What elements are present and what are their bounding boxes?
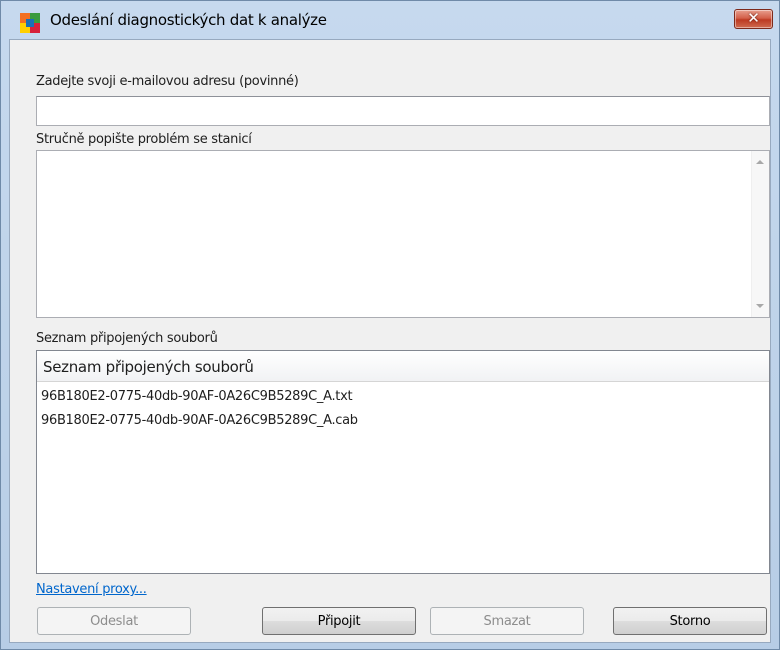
cancel-button[interactable]: Storno <box>613 607 767 635</box>
vertical-scrollbar[interactable] <box>751 151 769 317</box>
delete-button[interactable]: Smazat <box>430 607 584 635</box>
attached-files-label: Seznam připojených souborů <box>36 331 218 346</box>
list-item[interactable]: 96B180E2-0775-40db-90AF-0A26C9B5289C_A.t… <box>41 389 353 404</box>
dialog-window: Odeslání diagnostických dat k analýze ✕ … <box>0 0 780 650</box>
title-bar[interactable]: Odeslání diagnostických dat k analýze ✕ <box>1 1 779 39</box>
attached-files-list[interactable]: Seznam připojených souborů 96B180E2-0775… <box>36 350 770 574</box>
list-column-header[interactable]: Seznam připojených souborů <box>37 351 769 382</box>
description-textarea[interactable] <box>36 150 770 318</box>
list-item[interactable]: 96B180E2-0775-40db-90AF-0A26C9B5289C_A.c… <box>41 413 358 428</box>
column-header-label: Seznam připojených souborů <box>43 358 254 376</box>
email-field[interactable] <box>36 96 770 126</box>
window-title: Odeslání diagnostických dat k analýze <box>50 11 327 29</box>
send-button[interactable]: Odeslat <box>37 607 191 635</box>
email-label: Zadejte svoji e-mailovou adresu (povinné… <box>36 74 299 89</box>
attach-button[interactable]: Připojit <box>262 607 416 635</box>
close-button[interactable]: ✕ <box>734 9 773 29</box>
avg-logo-icon <box>20 13 40 33</box>
scroll-down-arrow-icon[interactable] <box>756 304 764 308</box>
close-icon: ✕ <box>747 9 760 27</box>
proxy-settings-link[interactable]: Nastavení proxy... <box>36 582 147 597</box>
scroll-up-arrow-icon[interactable] <box>756 160 764 164</box>
description-label: Stručně popište problém se stanicí <box>36 132 252 147</box>
dialog-body: Zadejte svoji e-mailovou adresu (povinné… <box>9 39 771 643</box>
